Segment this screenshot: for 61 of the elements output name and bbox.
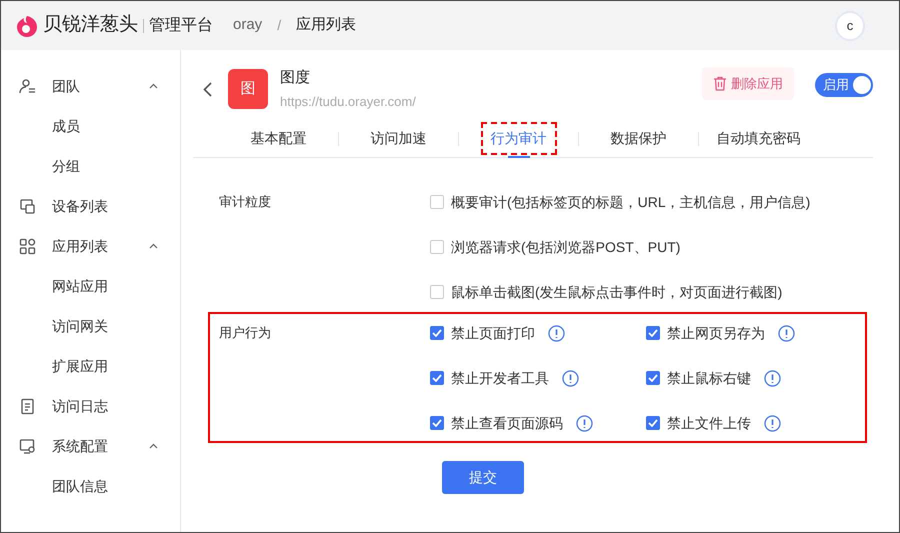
option-label: 禁止文件上传 — [667, 414, 751, 432]
people-icon — [19, 78, 36, 94]
sidebar-subitem[interactable]: 分组 — [1, 146, 180, 186]
user-avatar[interactable]: c — [835, 10, 865, 40]
tab[interactable]: 数据保护 — [600, 122, 676, 155]
sidebar-item[interactable]: 设备列表 — [1, 186, 180, 226]
tab[interactable]: 自动填充密码 — [706, 122, 810, 155]
devices-icon — [19, 198, 36, 214]
breadcrumb-separator: / — [277, 16, 282, 35]
tab[interactable]: 行为审计 — [480, 122, 556, 155]
section-label: 用户行为 — [218, 324, 272, 342]
option-label: 概要审计(包括标签页的标题，URL，主机信息，用户信息) — [451, 192, 810, 212]
sidebar-subitem[interactable]: 扩展应用 — [1, 346, 180, 386]
option-label: 禁止网页另存为 — [667, 324, 765, 342]
checkbox[interactable] — [646, 326, 660, 340]
sidebar-item[interactable]: 系统配置 — [1, 426, 180, 466]
enable-toggle[interactable]: 启用 — [815, 73, 873, 97]
brand-name: 贝锐洋葱头 — [43, 13, 138, 38]
info-icon[interactable] — [562, 370, 579, 386]
back-icon[interactable] — [203, 82, 212, 97]
sidebar-subitem[interactable]: 网站应用 — [1, 266, 180, 306]
sidebar-subitem[interactable]: 成员 — [1, 106, 180, 146]
info-icon[interactable] — [764, 370, 781, 386]
option-label: 鼠标单击截图(发生鼠标点击事件时，对页面进行截图) — [451, 282, 782, 302]
sidebar-subitem[interactable]: 团队信息 — [1, 466, 180, 506]
document-icon — [19, 398, 36, 414]
info-icon[interactable] — [548, 324, 565, 342]
breadcrumb-item[interactable]: oray — [233, 14, 262, 37]
product-name: 管理平台 — [149, 16, 213, 36]
option-label: 浏览器请求(包括浏览器POST、PUT) — [451, 238, 680, 257]
sidebar-subitem[interactable]: 访问网关 — [1, 306, 180, 346]
app-url: https://tudu.orayer.com/ — [280, 93, 416, 111]
checkbox[interactable] — [430, 371, 444, 385]
app-icon: 图 — [228, 69, 268, 109]
info-icon[interactable] — [778, 324, 795, 342]
checkbox[interactable] — [646, 371, 660, 385]
grid-icon — [19, 238, 36, 254]
checkbox[interactable] — [430, 285, 444, 299]
option-label: 禁止查看页面源码 — [451, 414, 563, 432]
monitor-gear-icon — [19, 438, 36, 454]
submit-button[interactable]: 提交 — [442, 461, 524, 494]
checkbox[interactable] — [430, 240, 444, 254]
tab[interactable]: 基本配置 — [240, 122, 316, 155]
option-label: 禁止开发者工具 — [451, 368, 549, 388]
option-label: 禁止鼠标右键 — [667, 368, 751, 388]
option-label: 禁止页面打印 — [451, 324, 535, 342]
breadcrumb-item[interactable]: 应用列表 — [296, 14, 356, 37]
checkbox[interactable] — [430, 416, 444, 430]
sidebar-item[interactable]: 应用列表 — [1, 226, 180, 266]
checkbox[interactable] — [430, 195, 444, 209]
sidebar-item[interactable]: 访问日志 — [1, 386, 180, 426]
app-name: 图度 — [280, 68, 311, 88]
section-label: 审计粒度 — [218, 193, 272, 211]
info-icon[interactable] — [576, 414, 593, 432]
logo-icon — [15, 14, 39, 38]
trash-icon — [713, 76, 727, 91]
sidebar-item[interactable]: 团队 — [1, 66, 180, 106]
info-icon[interactable] — [764, 414, 781, 432]
checkbox[interactable] — [646, 416, 660, 430]
checkbox[interactable] — [430, 326, 444, 340]
tab[interactable]: 访问加速 — [360, 122, 436, 155]
